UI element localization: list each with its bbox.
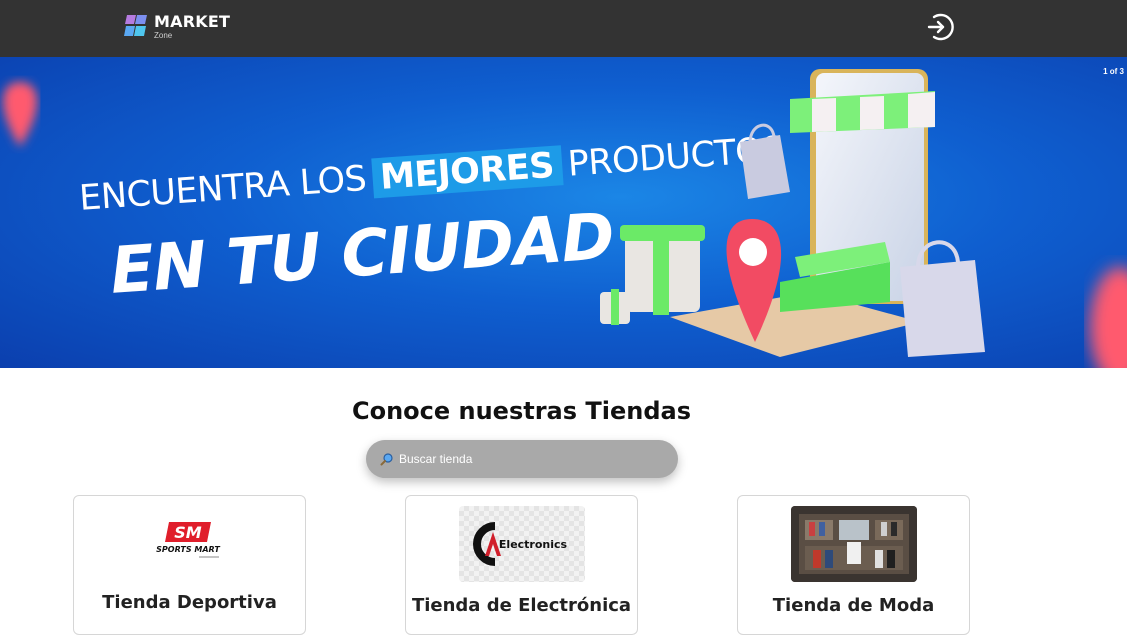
brand-subtitle: Zone bbox=[154, 31, 173, 40]
sports-logo-caption: SPORTS MART bbox=[156, 545, 220, 554]
banner-highlight: MEJORES bbox=[370, 145, 564, 199]
sports-logo-text: SM bbox=[174, 523, 202, 542]
banner-text-before: ENCUENTRA LOS bbox=[78, 158, 368, 219]
sports-mart-logo-icon: SM SPORTS MART bbox=[156, 522, 220, 558]
store-name: Tienda Deportiva bbox=[102, 592, 277, 613]
blurred-pin-left-icon bbox=[3, 82, 37, 147]
carousel-counter: 1 of 3 bbox=[1103, 67, 1124, 76]
store-name: Tienda de Moda bbox=[772, 595, 935, 616]
login-icon[interactable] bbox=[924, 11, 956, 43]
store-logo-sports: SM SPORTS MART bbox=[127, 506, 253, 582]
brand-title: MARKET bbox=[154, 12, 231, 31]
store-card-fashion[interactable]: Tienda de Moda bbox=[737, 495, 970, 635]
store-logo-electronics: Electronics bbox=[459, 506, 585, 582]
store-name: Tienda de Electrónica bbox=[411, 595, 632, 616]
logo-mark-icon bbox=[124, 15, 147, 36]
electronics-logo-text: Electronics bbox=[499, 538, 568, 551]
store-search-input[interactable] bbox=[399, 452, 659, 466]
clothing-store-photo-icon bbox=[791, 506, 917, 582]
store-card-sports[interactable]: SM SPORTS MART Tienda Deportiva bbox=[73, 495, 306, 635]
top-navbar: MARKET Zone bbox=[0, 0, 1127, 57]
shopping-illustration bbox=[600, 69, 1127, 368]
store-search-box[interactable] bbox=[366, 440, 678, 478]
brand-logo[interactable]: MARKET Zone bbox=[123, 12, 230, 42]
search-icon bbox=[380, 453, 393, 466]
store-photo-fashion bbox=[791, 506, 917, 582]
electronics-logo-icon: Electronics bbox=[473, 522, 568, 566]
banner-headline-line2: EN TU CIUDAD bbox=[108, 199, 616, 309]
hero-banner[interactable]: ENCUENTRA LOS MEJORES PRODUCTOS EN TU CIUD… bbox=[0, 57, 1127, 368]
section-title: Conoce nuestras Tiendas bbox=[351, 397, 692, 425]
store-card-electronics[interactable]: Electronics Tienda de Electrónica bbox=[405, 495, 638, 635]
